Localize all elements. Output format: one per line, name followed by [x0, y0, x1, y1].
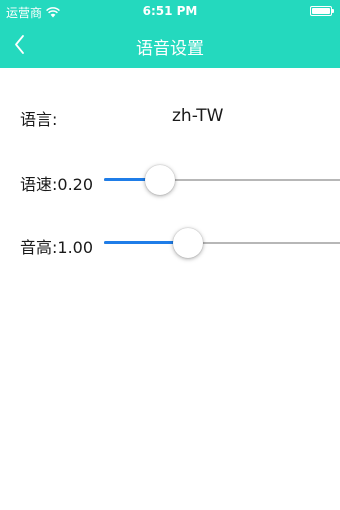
page-title: 语音设置: [136, 39, 204, 59]
pitch-label: 音高:1.00: [20, 238, 94, 257]
pitch-slider[interactable]: [104, 228, 340, 258]
status-time: 6:51 PM: [142, 4, 198, 18]
language-value[interactable]: zh-TW: [172, 106, 223, 126]
nav-bar: 语音设置: [0, 22, 340, 68]
rate-slider-thumb[interactable]: [145, 165, 176, 195]
status-bar: 运营商 6:51 PM: [0, 0, 340, 22]
language-label: 语言:: [20, 110, 58, 129]
pitch-slider-thumb[interactable]: [172, 228, 203, 258]
app-header: 运营商 6:51 PM 语音设置: [0, 0, 340, 68]
rate-slider[interactable]: [104, 165, 340, 195]
rate-label: 语速:0.20: [20, 175, 94, 194]
battery-icon: [310, 6, 334, 16]
